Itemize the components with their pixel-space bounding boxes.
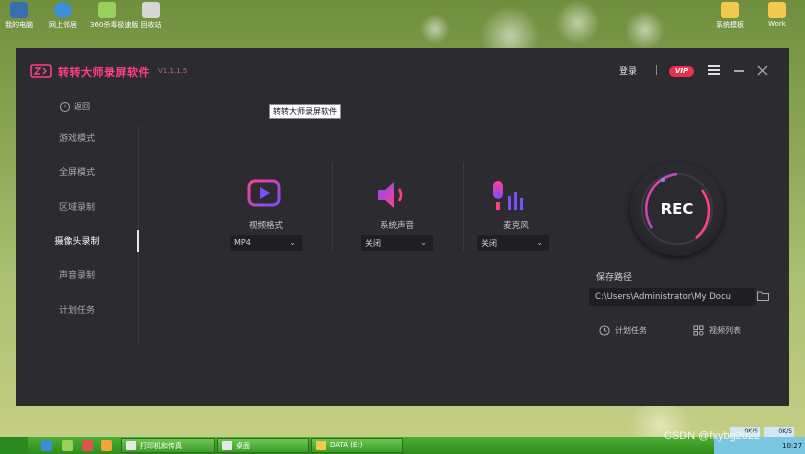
folder-icon: [721, 2, 739, 18]
desktop-icon-network[interactable]: 网上邻居: [46, 2, 80, 30]
sidebar-item-camera-record[interactable]: 摄像头录制: [16, 234, 138, 247]
taskbar-button-label: 桌面: [236, 442, 250, 450]
chevron-down-icon: ⌄: [536, 238, 543, 247]
quicklaunch-icon[interactable]: [41, 440, 52, 451]
desktop-icon-label: 系统模板: [716, 21, 744, 29]
desktop-icon-label: Work: [768, 20, 786, 28]
chevron-down-icon: ⌄: [420, 238, 427, 247]
video-format-value: MP4: [234, 238, 251, 247]
chevron-down-icon: ⌄: [289, 238, 296, 247]
network-icon: [54, 2, 72, 18]
desktop-icon: [222, 441, 232, 450]
schedule-label: 计划任务: [615, 326, 647, 335]
taskbar-button-printers[interactable]: 打印机和传真: [121, 438, 215, 453]
vip-button[interactable]: VIP: [669, 66, 694, 77]
drive-icon: [316, 441, 326, 450]
taskbar-button-desktop[interactable]: 桌面: [217, 438, 309, 453]
desktop-decoration: [555, 0, 600, 45]
desktop-icon-label: 网上邻居: [49, 21, 77, 29]
close-icon[interactable]: [757, 65, 768, 76]
clock-icon: [599, 325, 610, 336]
video-format-icon: [247, 179, 281, 207]
video-format-select[interactable]: MP4 ⌄: [230, 235, 302, 251]
net-up-speed: 0K/S: [764, 427, 794, 437]
grid-icon: [693, 325, 704, 336]
microphone-icon: [493, 181, 523, 210]
system-sound-select[interactable]: 关闭 ⌄: [361, 235, 433, 251]
printer-icon: [126, 441, 136, 450]
sidebar-active-indicator: [137, 230, 139, 252]
sidebar-item-fullscreen-mode[interactable]: 全屏模式: [16, 165, 138, 178]
video-list-button[interactable]: 视频列表: [693, 325, 741, 336]
title-bar: 转转大师录屏软件 V1.1.1.5 登录 VIP: [16, 48, 789, 94]
clock: 10:27: [782, 442, 803, 450]
taskbar-button-label: 打印机和传真: [140, 442, 182, 450]
desktop-icon-templates[interactable]: 系统模板: [713, 2, 747, 30]
speaker-icon: [378, 182, 403, 208]
divider: [656, 65, 657, 75]
microphone-label: 麦克风: [503, 221, 529, 231]
desktop-decoration: [625, 10, 665, 50]
tooltip: 转转大师录屏软件: [269, 104, 341, 119]
desktop-icon-label: 我的电脑: [5, 21, 33, 29]
desktop-decoration: [420, 14, 450, 44]
watermark: CSDN @fxybg2022: [664, 430, 761, 442]
quicklaunch-icon[interactable]: [101, 440, 112, 451]
sidebar-item-audio-record[interactable]: 声音录制: [16, 268, 138, 281]
record-button[interactable]: REC: [630, 162, 724, 256]
antivirus-icon: [98, 2, 116, 18]
app-window: 转转大师录屏软件 V1.1.1.5 登录 VIP 转转大师录屏软件 ‹ 返回 游…: [16, 48, 789, 406]
sidebar-item-region-record[interactable]: 区域录制: [16, 200, 138, 213]
app-version: V1.1.1.5: [158, 67, 188, 75]
desktop-icon-label: 360杀毒极速版: [90, 21, 139, 29]
video-list-label: 视频列表: [709, 326, 741, 335]
sidebar-item-game-mode[interactable]: 游戏模式: [16, 131, 138, 144]
desktop-icon-recycle-bin[interactable]: 回收站: [134, 2, 168, 30]
system-sound-value: 关闭: [365, 239, 381, 248]
folder-open-icon[interactable]: [757, 291, 769, 301]
quicklaunch-icon[interactable]: [82, 440, 93, 451]
taskbar-button-drive[interactable]: DATA (E:): [311, 438, 403, 453]
menu-icon[interactable]: [708, 65, 720, 76]
login-button[interactable]: 登录: [619, 64, 637, 77]
desktop-icon-label: 回收站: [140, 21, 162, 29]
desktop-icon-antivirus[interactable]: 360杀毒极速版: [90, 2, 139, 30]
microphone-select[interactable]: 关闭 ⌄: [477, 235, 549, 251]
minimize-icon[interactable]: [734, 70, 744, 72]
app-logo-icon: [30, 64, 52, 78]
app-title: 转转大师录屏软件: [58, 66, 150, 79]
folder-icon: [768, 2, 786, 18]
back-arrow-icon: ‹: [60, 101, 70, 112]
start-button[interactable]: [0, 437, 28, 454]
save-path-label: 保存路径: [596, 273, 633, 283]
microphone-value: 关闭: [481, 239, 497, 248]
save-path-field[interactable]: C:\Users\Administrator\My Docu: [589, 288, 755, 306]
system-sound-label: 系统声音: [379, 221, 414, 231]
desktop-icon-computer[interactable]: 我的电脑: [2, 2, 36, 30]
taskbar-button-label: DATA (E:): [330, 441, 363, 449]
record-label: REC: [660, 200, 694, 218]
recycle-bin-icon: [142, 2, 160, 18]
computer-icon: [10, 2, 28, 18]
back-label: 返回: [74, 102, 90, 111]
desktop-icon-work[interactable]: Work: [760, 2, 794, 28]
column-divider: [332, 162, 333, 250]
back-button[interactable]: ‹ 返回: [60, 101, 90, 112]
schedule-button[interactable]: 计划任务: [599, 325, 647, 336]
video-format-label: 视频格式: [248, 221, 283, 231]
quicklaunch-icon[interactable]: [62, 440, 73, 451]
sidebar-item-schedule[interactable]: 计划任务: [16, 303, 138, 316]
column-divider: [463, 162, 464, 250]
